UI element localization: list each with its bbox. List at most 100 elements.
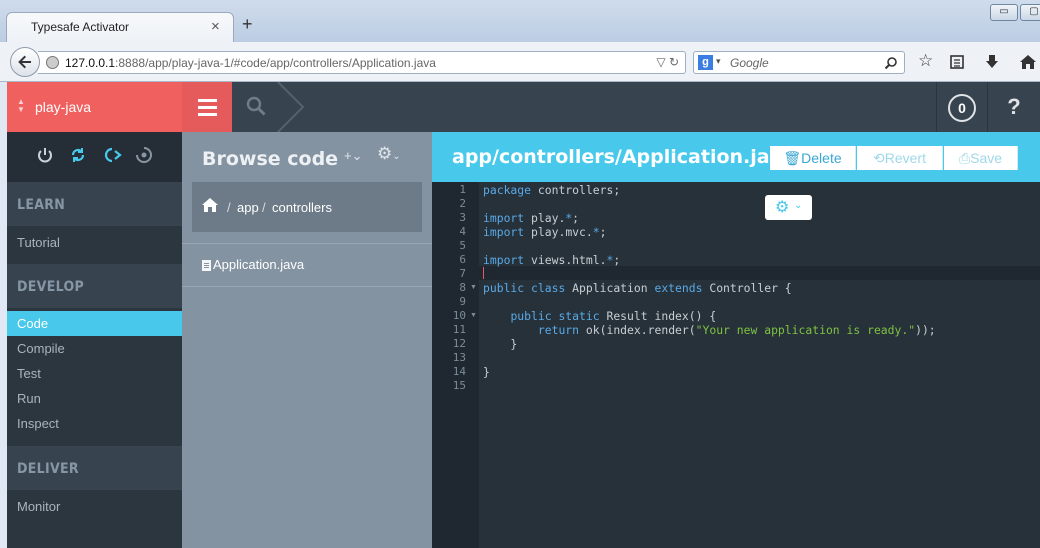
- save-button[interactable]: ⎙Save: [944, 146, 1018, 170]
- delete-button[interactable]: 🗑Delete: [770, 146, 856, 170]
- revert-button[interactable]: ⟲Revert: [857, 146, 943, 170]
- browser-tab[interactable]: Typesafe Activator ×: [6, 12, 234, 42]
- hamburger-bar: [198, 106, 217, 109]
- browser-navbar: 127.0.0.1:8888/app/play-java-1/#code/app…: [0, 42, 1040, 82]
- fold-arrow-icon[interactable]: ▼: [470, 312, 477, 319]
- editor-file-path: app/controllers/Application.java: [452, 146, 795, 168]
- breadcrumb-chevron-icon: [277, 82, 305, 132]
- search-engine-dropdown-icon[interactable]: ▾: [716, 56, 721, 67]
- line-number: 1: [459, 183, 466, 196]
- search-icon: [246, 96, 266, 116]
- wildcard-token: *: [606, 253, 614, 267]
- address-text[interactable]: 127.0.0.1:8888/app/play-java-1/#code/app…: [65, 56, 436, 70]
- save-icon: ⎙: [958, 150, 971, 166]
- project-name: play-java: [35, 99, 92, 115]
- line-number: 9: [459, 295, 466, 308]
- search-bar[interactable]: g ▾ Google: [693, 51, 905, 74]
- browse-panel: Browse code +⌄ ⚙⌄ / app / controllers Ap…: [182, 132, 432, 548]
- browse-settings-gear-icon[interactable]: ⚙⌄: [377, 144, 401, 164]
- sidebar-item-inspect[interactable]: Inspect: [7, 411, 182, 436]
- back-button[interactable]: [10, 47, 40, 77]
- sidebar-item-test[interactable]: Test: [7, 361, 182, 386]
- revert-label: Revert: [884, 150, 926, 166]
- window-controls: ▭ ▢: [990, 4, 1040, 21]
- line-number: 7: [459, 267, 466, 280]
- keyword-token: public: [483, 281, 525, 295]
- line-number: 11: [452, 323, 466, 336]
- line-number: 4: [459, 225, 466, 238]
- reload-icon[interactable]: ▽ ↻: [656, 55, 679, 69]
- app-header: ▲ ▼ play-java 0 ?: [7, 82, 1040, 132]
- home-icon[interactable]: [1019, 54, 1037, 70]
- editor-header: app/controllers/Application.java 🗑Delete…: [432, 132, 1040, 182]
- text-cursor: [483, 267, 484, 279]
- line-number: 8: [459, 281, 466, 294]
- section-learn: LEARN: [7, 182, 182, 226]
- code-line[interactable]: return ok(index.render("Your new applica…: [483, 323, 936, 337]
- breadcrumb-separator: /: [227, 200, 231, 215]
- home-icon[interactable]: [202, 198, 218, 212]
- download-icon[interactable]: [984, 54, 1000, 70]
- line-number: 5: [459, 239, 466, 252]
- bookmark-star-icon[interactable]: ☆: [918, 51, 933, 71]
- editor-settings-button[interactable]: ⚙ ⌄: [765, 195, 812, 220]
- sidebar: LEARN Tutorial DEVELOP Code Compile Test…: [7, 132, 182, 548]
- minimize-button[interactable]: ▭: [990, 4, 1018, 21]
- sidebar-item-run[interactable]: Run: [7, 386, 182, 411]
- search-input[interactable]: Google: [730, 56, 769, 70]
- code-line[interactable]: import play.mvc.*;: [483, 225, 606, 239]
- revert-icon: ⟲: [873, 150, 885, 166]
- breadcrumb-app[interactable]: app: [237, 200, 259, 215]
- breadcrumb-separator: /: [262, 200, 266, 215]
- breadcrumb-controllers[interactable]: controllers: [272, 200, 332, 215]
- notification-count: 0: [948, 94, 976, 122]
- refresh-icon[interactable]: [69, 146, 87, 164]
- tab-close-icon[interactable]: ×: [211, 18, 220, 35]
- chevron-down-icon: ⌄: [794, 200, 803, 211]
- keyword-token: import: [483, 211, 525, 225]
- code-line[interactable]: package controllers;: [483, 183, 620, 197]
- power-icon[interactable]: [36, 146, 54, 164]
- bookmarks-list-icon[interactable]: [949, 54, 965, 70]
- fold-arrow-icon[interactable]: ▼: [470, 284, 477, 291]
- file-item[interactable]: Application.java: [182, 245, 432, 287]
- line-number: 14: [452, 365, 466, 378]
- code-line[interactable]: import views.html.*;: [483, 253, 620, 267]
- sidebar-item-monitor[interactable]: Monitor: [7, 494, 182, 519]
- restore-button[interactable]: ▢: [1020, 4, 1040, 21]
- menu-button[interactable]: [182, 82, 232, 132]
- sidebar-controls: [7, 132, 182, 182]
- code-line[interactable]: }: [483, 365, 490, 379]
- url-host: 127.0.0.1: [65, 56, 116, 70]
- keyword-token: import: [483, 253, 525, 267]
- keyword-token: class: [531, 281, 566, 295]
- keyword-token: import: [483, 225, 525, 239]
- code-line[interactable]: import play.*;: [483, 211, 579, 225]
- code-line[interactable]: public static Result index() {: [483, 309, 716, 323]
- google-icon[interactable]: g: [698, 55, 713, 70]
- code-editor[interactable]: package controllers; import play.*; import…: [479, 182, 1040, 548]
- sidebar-item-tutorial[interactable]: Tutorial: [7, 230, 182, 255]
- add-file-button[interactable]: +⌄: [344, 148, 362, 164]
- app-window: Typesafe Activator × + ▭ ▢ 127.0.0.1:888…: [0, 0, 1040, 548]
- keyword-token: return: [537, 323, 580, 337]
- save-label: Save: [970, 150, 1003, 166]
- code-line[interactable]: }: [483, 337, 517, 351]
- help-button[interactable]: ?: [987, 82, 1040, 132]
- code-line[interactable]: public class Application extends Control…: [483, 281, 792, 295]
- sidebar-item-code[interactable]: Code: [7, 311, 182, 336]
- code-reload-icon[interactable]: [103, 146, 123, 164]
- line-number: 12: [452, 337, 466, 350]
- new-tab-button[interactable]: +: [242, 14, 253, 35]
- divider: [182, 243, 432, 244]
- string-literal: "Your new application is ready.": [695, 323, 916, 337]
- project-selector[interactable]: ▲ ▼ play-java: [7, 82, 182, 132]
- notifications-button[interactable]: 0: [936, 82, 986, 132]
- inspect-icon[interactable]: [135, 146, 153, 164]
- sidebar-item-compile[interactable]: Compile: [7, 336, 182, 361]
- address-bar[interactable]: 127.0.0.1:8888/app/play-java-1/#code/app…: [38, 51, 686, 74]
- line-number-gutter: 1 2 3 4 5 6 7 8 ▼ 9 10 ▼ 11 12 13 14 15: [432, 182, 479, 548]
- section-develop: DEVELOP: [7, 264, 182, 308]
- breadcrumb: / app / controllers: [192, 182, 422, 232]
- search-icon[interactable]: [884, 56, 898, 70]
